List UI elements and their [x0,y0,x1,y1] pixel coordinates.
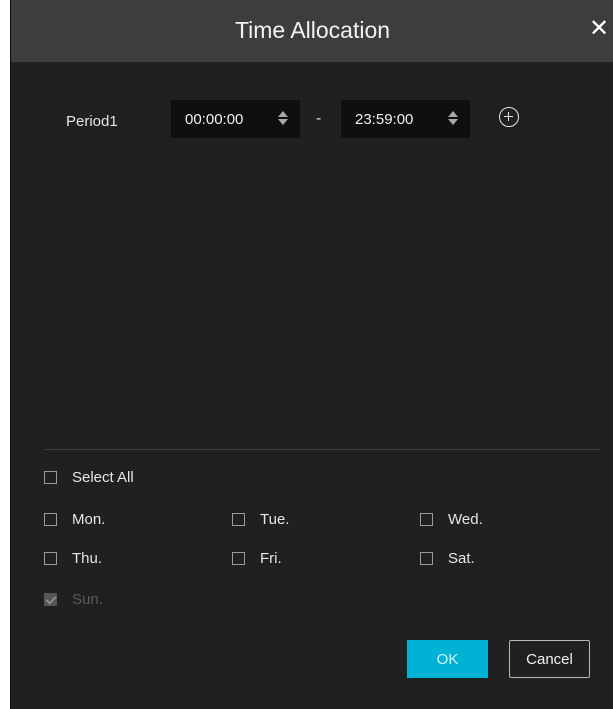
checkbox-icon[interactable] [420,512,433,526]
dialog-title: Time Allocation [234,17,391,43]
dialog-titlebar: Time Allocation ✕ [11,0,613,62]
spin-up-icon[interactable] [448,111,458,117]
end-time-spinner-icon[interactable] [448,108,458,128]
day-checkbox-sun: Sun. [44,588,103,610]
select-all-checkbox[interactable]: Select All [44,466,134,488]
period-end-time-value: 23:59:00 [355,111,414,128]
start-time-spinner-icon[interactable] [278,108,288,128]
spin-down-icon[interactable] [278,119,288,125]
time-allocation-dialog: Time Allocation ✕ Period1 00:00:00 - 23:… [10,0,613,709]
checkbox-checked-icon [44,592,57,606]
day-checkbox-fri[interactable]: Fri. [232,547,282,569]
period-start-time-input[interactable]: 00:00:00 [171,100,300,138]
cancel-button[interactable]: Cancel [509,640,590,678]
day-label-thu: Thu. [72,549,103,567]
spin-up-icon[interactable] [278,111,288,117]
day-checkbox-wed[interactable]: Wed. [420,508,483,530]
day-label-fri: Fri. [260,549,282,567]
day-label-wed: Wed. [448,510,483,528]
add-period-icon[interactable] [499,107,519,127]
spin-down-icon[interactable] [448,119,458,125]
period-start-time-value: 00:00:00 [185,111,244,128]
day-checkbox-mon[interactable]: Mon. [44,508,105,530]
day-checkbox-tue[interactable]: Tue. [232,508,289,530]
divider [44,449,600,450]
day-label-sun: Sun. [72,590,103,608]
day-checkbox-thu[interactable]: Thu. [44,547,102,569]
ok-button[interactable]: OK [407,640,488,678]
checkbox-icon[interactable] [44,551,57,565]
checkbox-icon[interactable] [44,512,57,526]
close-icon[interactable]: ✕ [587,15,611,43]
checkbox-icon[interactable] [420,551,433,565]
time-range-separator: - [316,110,322,127]
day-label-mon: Mon. [72,510,106,528]
day-label-sat: Sat. [448,549,475,567]
day-label-tue: Tue. [260,510,290,528]
checkbox-icon[interactable] [232,551,245,565]
select-all-label: Select All [72,468,134,486]
period-end-time-input[interactable]: 23:59:00 [341,100,470,138]
checkbox-icon[interactable] [232,512,245,526]
period-label: Period1 [66,113,118,130]
day-checkbox-sat[interactable]: Sat. [420,547,475,569]
checkbox-icon[interactable] [44,470,57,484]
